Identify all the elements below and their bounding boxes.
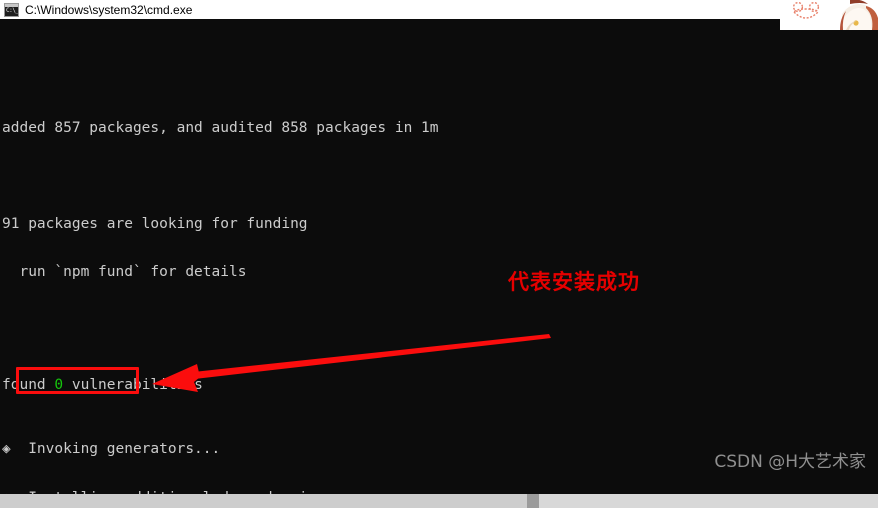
- scrollbar-track[interactable]: [539, 494, 878, 508]
- cmd-window: C:\_ C:\Windows\system32\cmd.exe added 8…: [0, 0, 878, 508]
- icon-prompt-glyph: C:\_: [6, 6, 19, 14]
- annotation-highlight-box: [16, 367, 139, 394]
- console-output-area[interactable]: added 857 packages, and audited 858 pack…: [0, 19, 878, 494]
- csdn-watermark: CSDN @H大艺术家: [714, 452, 866, 472]
- terminal-line: added 857 packages, and audited 858 pack…: [2, 119, 439, 136]
- scrollbar-divider: [527, 494, 539, 508]
- title-bar[interactable]: C:\_ C:\Windows\system32\cmd.exe: [0, 0, 878, 19]
- annotation-note: 代表安装成功: [508, 270, 640, 294]
- horizontal-scrollbar[interactable]: [0, 494, 878, 508]
- terminal-line: 91 packages are looking for funding: [2, 216, 308, 233]
- cmd-terminal-icon: C:\_: [4, 2, 19, 17]
- terminal-line: ◈ Invoking generators...: [2, 441, 221, 458]
- terminal-text: added 857 packages, and audited 858 pack…: [0, 19, 456, 494]
- terminal-line: run `npm fund` for details: [2, 264, 247, 281]
- scrollbar-thumb[interactable]: [0, 494, 527, 508]
- window-title: C:\Windows\system32\cmd.exe: [25, 2, 193, 17]
